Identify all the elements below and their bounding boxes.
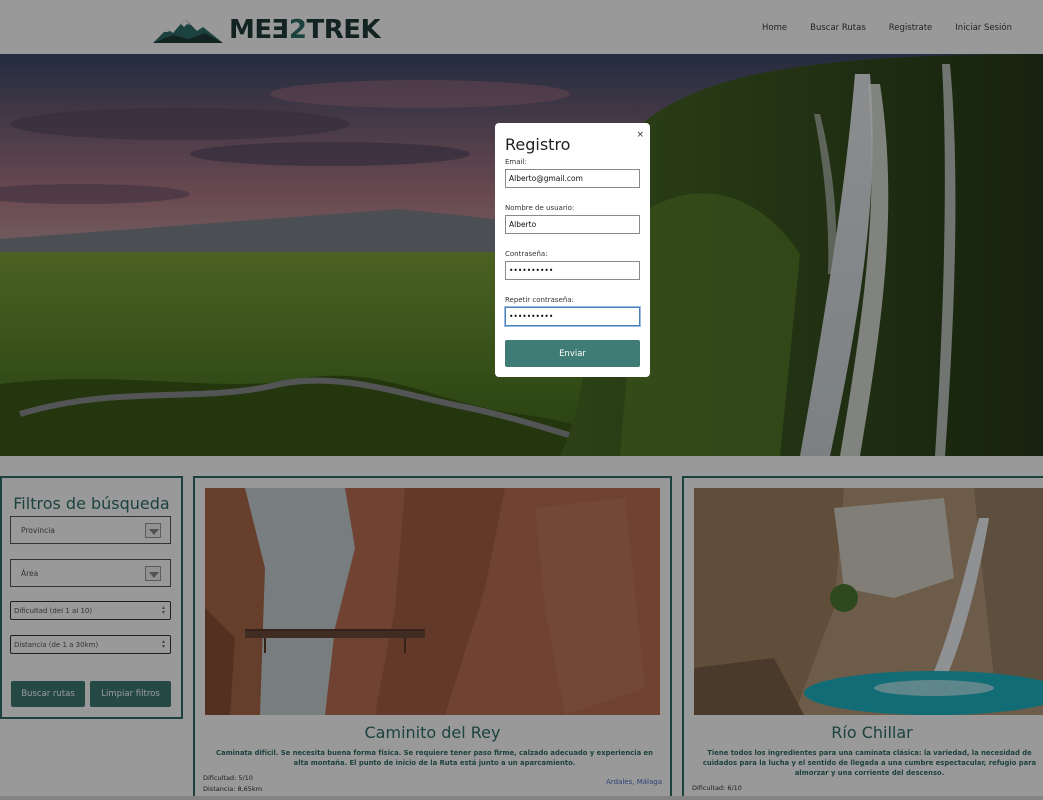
clear-filters-button[interactable]: Limpiar filtros (90, 681, 171, 707)
username-label: Nombre de usuario: (505, 204, 575, 212)
site-header: MEE2TREK Home Buscar Rutas Registrate In… (0, 5, 1043, 54)
route-image (694, 488, 1043, 715)
spinner-icon[interactable]: ▴ ▾ (160, 639, 167, 650)
chevron-down-icon (145, 566, 161, 581)
modal-title: Registro (505, 135, 571, 154)
mountain-logo-icon (153, 19, 223, 43)
route-title[interactable]: Río Chillar (684, 723, 1043, 742)
nav-registrate[interactable]: Registrate (889, 23, 933, 33)
distance-input[interactable]: Distancia (de 1 a 30km) ▴ ▾ (10, 635, 171, 654)
route-difficulty: Dificultad: 6/10 (692, 784, 742, 792)
chevron-down-icon (145, 523, 161, 538)
difficulty-placeholder: Dificultad (del 1 al 10) (14, 607, 93, 615)
province-select[interactable]: Provincia (10, 516, 171, 544)
username-field[interactable]: Alberto (505, 215, 640, 234)
password-label: Contraseña: (505, 250, 548, 258)
repeat-password-label: Repetir contraseña: (505, 296, 574, 304)
nav-buscar-rutas[interactable]: Buscar Rutas (810, 23, 866, 33)
email-field[interactable]: Alberto@gmail.com (505, 169, 640, 188)
distance-placeholder: Distancia (de 1 a 30km) (14, 641, 99, 649)
main-nav: Home Buscar Rutas Registrate Iniciar Ses… (762, 23, 1012, 33)
province-select-label: Provincia (21, 526, 55, 535)
nav-iniciar-sesion[interactable]: Iniciar Sesión (955, 23, 1012, 33)
divider (0, 796, 1043, 800)
route-difficulty: Dificultad: 5/10 (203, 774, 253, 782)
logo-text: MEE2TREK (229, 15, 381, 45)
submit-button[interactable]: Enviar (505, 340, 640, 367)
password-field[interactable]: •••••••••• (505, 261, 640, 280)
logo[interactable]: MEE2TREK (153, 13, 381, 47)
route-card[interactable]: Río Chillar Tiene todos los ingredientes… (682, 476, 1043, 800)
repeat-password-field[interactable]: •••••••••• (505, 307, 640, 326)
spinner-icon[interactable]: ▴ ▾ (160, 605, 167, 616)
route-description: Caminata difícil. Se necesita buena form… (216, 749, 653, 767)
route-title[interactable]: Caminito del Rey (195, 723, 670, 742)
route-location-link[interactable]: Ardales, Málaga (606, 778, 662, 786)
filters-title: Filtros de búsqueda (13, 494, 170, 513)
register-modal: × Registro Email: Alberto@gmail.com Nomb… (495, 123, 650, 377)
nav-home[interactable]: Home (762, 23, 787, 33)
route-description: Tiene todos los ingredientes para una ca… (702, 749, 1037, 777)
route-distance: Distancia: 8,65km (203, 785, 263, 793)
difficulty-input[interactable]: Dificultad (del 1 al 10) ▴ ▾ (10, 601, 171, 620)
area-select-label: Área (21, 569, 39, 578)
email-label: Email: (505, 158, 527, 166)
route-card[interactable]: Caminito del Rey Caminata difícil. Se ne… (193, 476, 672, 800)
search-routes-button[interactable]: Buscar rutas (11, 681, 85, 707)
close-icon[interactable]: × (636, 130, 644, 140)
page: MEE2TREK Home Buscar Rutas Registrate In… (0, 0, 1043, 800)
route-image (205, 488, 660, 715)
area-select[interactable]: Área (10, 559, 171, 587)
